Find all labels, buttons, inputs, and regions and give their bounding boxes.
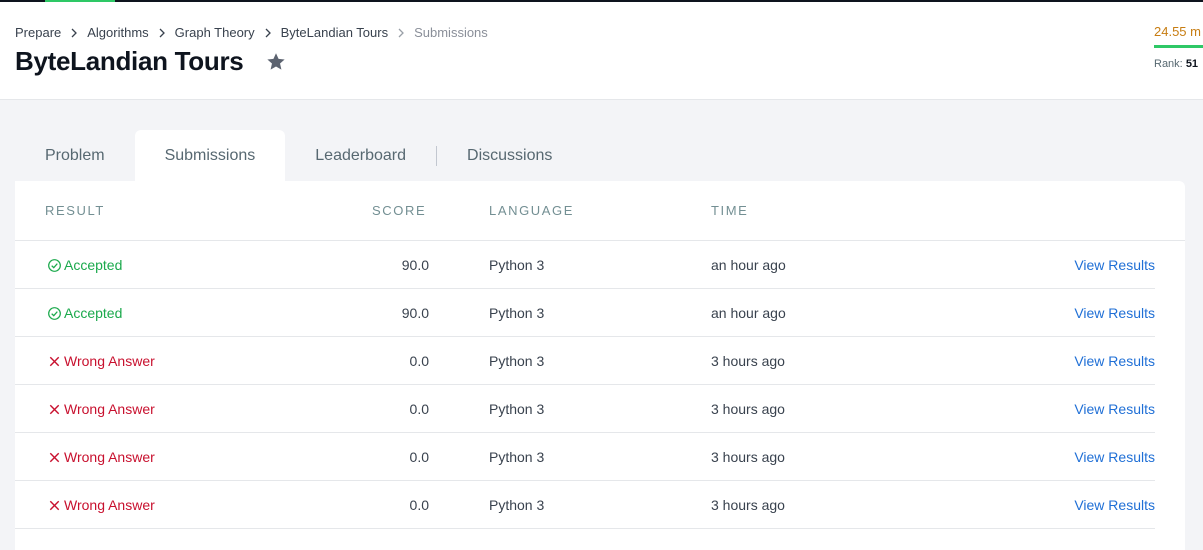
view-results-link[interactable]: View Results xyxy=(1035,481,1155,529)
chevron-right-icon xyxy=(70,28,78,38)
profile-score: 24.55 m xyxy=(1154,24,1201,39)
chevron-right-icon xyxy=(158,28,166,38)
chevron-right-icon xyxy=(264,28,272,38)
rank-label: Rank: xyxy=(1154,58,1183,70)
title-row: ByteLandian Tours xyxy=(15,46,287,77)
submissions-panel: RESULT SCORE LANGUAGE TIME Accepted 90.0 P… xyxy=(15,181,1185,550)
profile-score-box: 24.55 m Rank: 51 xyxy=(1154,24,1203,70)
chevron-right-icon xyxy=(397,28,405,38)
score-cell: 0.0 xyxy=(409,497,429,513)
language-cell: Python 3 xyxy=(489,401,545,417)
language-cell: Python 3 xyxy=(489,497,545,513)
time-cell: an hour ago xyxy=(711,305,786,321)
page-title: ByteLandian Tours xyxy=(15,46,244,76)
breadcrumb-current: Submissions xyxy=(414,25,488,40)
score-cell: 0.0 xyxy=(409,401,429,417)
table-row: Wrong Answer 0.0 Python 33 hours ago View R… xyxy=(15,433,1155,481)
tab-leaderboard[interactable]: Leaderboard xyxy=(285,130,436,181)
score-cell: 0.0 xyxy=(409,353,429,369)
view-results-link[interactable]: View Results xyxy=(1035,385,1155,433)
header-score: SCORE xyxy=(372,203,427,218)
language-cell: Python 3 xyxy=(489,305,545,321)
tab-bar: Problem Submissions Leaderboard Discussi… xyxy=(15,130,582,181)
score-cell: 90.0 xyxy=(401,305,429,321)
header-time: TIME xyxy=(711,203,749,218)
breadcrumb-bytelandian-tours[interactable]: ByteLandian Tours xyxy=(281,25,388,40)
table-row: Wrong Answer 0.0 Python 33 hours ago View R… xyxy=(15,481,1155,529)
tab-submissions[interactable]: Submissions xyxy=(134,130,286,181)
time-cell: 3 hours ago xyxy=(711,497,785,513)
breadcrumb-prepare[interactable]: Prepare xyxy=(15,25,61,40)
tab-problem[interactable]: Problem xyxy=(15,130,135,181)
breadcrumb-algorithms[interactable]: Algorithms xyxy=(87,25,148,40)
table-row: Accepted 90.0 Python 3 an hour ago View Resu… xyxy=(15,241,1155,289)
breadcrumb-graph-theory[interactable]: Graph Theory xyxy=(175,25,255,40)
table-row: Accepted 90.0 Python 3 an hour ago View Resu… xyxy=(15,289,1155,337)
view-results-link[interactable]: View Results xyxy=(1035,433,1155,481)
language-cell: Python 3 xyxy=(489,353,545,369)
language-cell: Python 3 xyxy=(489,257,545,273)
view-results-link[interactable]: View Results xyxy=(1035,337,1155,385)
time-cell: an hour ago xyxy=(711,257,786,273)
time-cell: 3 hours ago xyxy=(711,401,785,417)
header-result: RESULT xyxy=(45,203,105,218)
rank-value: 51 xyxy=(1185,58,1199,70)
table-row: Wrong Answer 0.0 Python 33 hours ago View R… xyxy=(15,385,1155,433)
score-cell: 0.0 xyxy=(409,449,429,465)
view-results-link[interactable]: View Results xyxy=(1035,289,1155,337)
table-row: Wrong Answer 0.0 Python 33 hours ago View R… xyxy=(15,337,1155,385)
breadcrumb: Prepare Algorithms Graph Theory ByteLand… xyxy=(15,25,488,40)
language-cell: Python 3 xyxy=(489,449,545,465)
time-cell: 3 hours ago xyxy=(711,353,785,369)
profile-score-bar xyxy=(1154,45,1203,48)
header-language: LANGUAGE xyxy=(489,203,575,218)
tab-discussions[interactable]: Discussions xyxy=(437,130,582,181)
page-header: Prepare Algorithms Graph Theory ByteLand… xyxy=(0,2,1203,100)
score-cell: 90.0 xyxy=(401,257,429,273)
profile-rank: Rank: 51 xyxy=(1154,58,1203,70)
table-header: RESULT SCORE LANGUAGE TIME xyxy=(15,181,1185,241)
star-icon[interactable] xyxy=(265,51,287,73)
view-results-link[interactable]: View Results xyxy=(1035,241,1155,289)
time-cell: 3 hours ago xyxy=(711,449,785,465)
